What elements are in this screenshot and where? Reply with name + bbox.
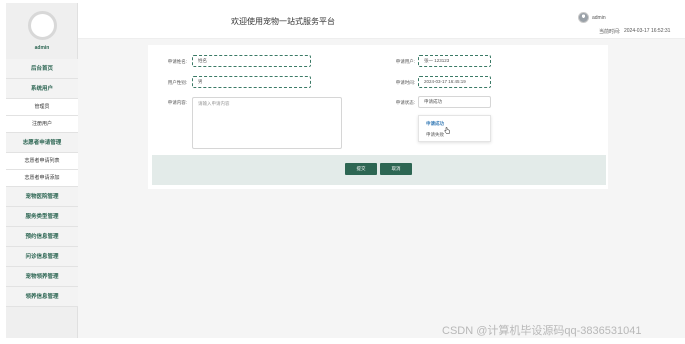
content-textarea[interactable]: 请输入申请内容 [192, 97, 342, 149]
status-option-success[interactable]: 申请成功 [419, 118, 490, 129]
content-label: 申请内容: [167, 100, 187, 105]
sidebar-item-volunteer-management[interactable]: 志愿者申请管理 [6, 133, 78, 153]
sidebar-item-service-type[interactable]: 服务类型管理 [6, 207, 78, 227]
date-label: 申请时间: [395, 80, 415, 85]
cancel-button[interactable]: 取消 [380, 163, 412, 175]
sidebar-item-home[interactable]: 后台首页 [6, 59, 78, 79]
avatar [28, 11, 57, 40]
status-dropdown: 申请成功 申请失败 [418, 115, 491, 142]
status-option-failed[interactable]: 申请失败 [419, 129, 490, 140]
sidebar-item-admin[interactable]: 管理员 [6, 99, 78, 116]
gender-input[interactable]: 男 [192, 76, 311, 88]
sidebar-item-consultation[interactable]: 问诊信息管理 [6, 247, 78, 267]
account-input[interactable]: 张一 123123 [418, 55, 491, 67]
status-label: 申请状态: [395, 100, 415, 105]
time-label: 当前时间: [599, 29, 621, 35]
user-avatar-icon[interactable] [578, 12, 589, 23]
sidebar-item-volunteer-add[interactable]: 志愿者申请添加 [6, 170, 78, 187]
sidebar: admin 后台首页 系统用户 管理员 注册用户 志愿者申请管理 志愿者申请列表… [6, 3, 78, 338]
sidebar-item-adoption-info[interactable]: 领养信息管理 [6, 287, 78, 307]
sidebar-item-pet-hospital[interactable]: 宠物医院管理 [6, 187, 78, 207]
sidebar-item-volunteer-list[interactable]: 志愿者申请列表 [6, 153, 78, 170]
page-title: 欢迎使用宠物一站式服务平台 [231, 17, 335, 26]
status-select[interactable]: 申请成功 [418, 96, 491, 108]
sidebar-item-appointment[interactable]: 预约信息管理 [6, 227, 78, 247]
account-label: 申请用户: [395, 59, 415, 64]
current-time: 2024-03-17 16:52:31 [624, 28, 671, 34]
sidebar-menu: 后台首页 系统用户 管理员 注册用户 志愿者申请管理 志愿者申请列表 志愿者申请… [6, 59, 78, 307]
button-bar [152, 155, 606, 185]
name-input[interactable]: 姓名 [192, 55, 311, 67]
sidebar-item-registered-users[interactable]: 注册用户 [6, 116, 78, 133]
hand-cursor-icon [444, 127, 450, 134]
name-label: 申请姓名: [167, 59, 187, 64]
sidebar-username: admin [34, 45, 50, 51]
date-input[interactable]: 2024-03-17 16:45:19 [418, 76, 491, 88]
top-bar: 欢迎使用宠物一站式服务平台 admin 当前时间: 2024-03-17 16:… [78, 3, 685, 39]
sidebar-item-system-users[interactable]: 系统用户 [6, 79, 78, 99]
submit-button[interactable]: 提交 [345, 163, 377, 175]
top-username[interactable]: admin [592, 15, 606, 21]
watermark: CSDN @计算机毕设源码qq-3836531041 [442, 325, 642, 337]
gender-label: 用户性别: [167, 80, 187, 85]
sidebar-item-pet-adoption[interactable]: 宠物领养管理 [6, 267, 78, 287]
